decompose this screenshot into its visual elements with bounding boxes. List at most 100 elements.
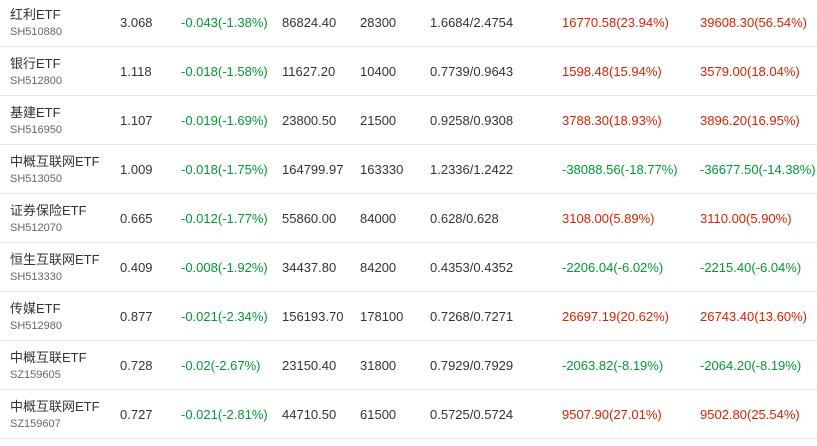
market-value-cell: 55860.00 bbox=[282, 211, 337, 226]
shares-cell: 21500 bbox=[360, 113, 397, 128]
shares-cell: 163330 bbox=[360, 162, 404, 177]
fund-name[interactable]: 中概互联网ETF bbox=[10, 398, 100, 416]
total-profit-cell: -36677.50(-14.38%) bbox=[700, 162, 816, 177]
table-row[interactable]: 中概互联ETF SZ159605 0.728 -0.02(-2.67%) 231… bbox=[0, 341, 817, 390]
market-value-cell: 11627.20 bbox=[282, 64, 336, 79]
total-profit-cell: -2215.40(-6.04%) bbox=[700, 260, 802, 275]
table-row[interactable]: 中概互联网ETF SZ159607 0.727 -0.021(-2.81%) 4… bbox=[0, 390, 817, 439]
fund-name[interactable]: 传媒ETF bbox=[10, 300, 61, 318]
shares-cell: 84200 bbox=[360, 260, 397, 275]
shares-cell: 31800 bbox=[360, 358, 397, 373]
fund-code: SH513050 bbox=[10, 172, 62, 185]
fund-code: SZ159605 bbox=[10, 368, 61, 381]
holding-profit-cell: 3788.30(18.93%) bbox=[562, 113, 662, 128]
fund-name-cell[interactable]: 传媒ETF SH512980 bbox=[10, 292, 62, 341]
daily-change-cell: -0.02(-2.67%) bbox=[181, 358, 261, 373]
total-profit-cell: -2064.20(-8.19%) bbox=[700, 358, 802, 373]
market-value-cell: 86824.40 bbox=[282, 15, 337, 30]
daily-change-cell: -0.021(-2.81%) bbox=[181, 407, 268, 422]
shares-cell: 178100 bbox=[360, 309, 404, 324]
cost-cell: 0.7739/0.9643 bbox=[430, 64, 514, 79]
market-value-cell: 23800.50 bbox=[282, 113, 337, 128]
market-value-cell: 156193.70 bbox=[282, 309, 344, 324]
table-row[interactable]: 证券保险ETF SH512070 0.665 -0.012(-1.77%) 55… bbox=[0, 194, 817, 243]
cost-cell: 1.2336/1.2422 bbox=[430, 162, 514, 177]
fund-name-cell[interactable]: 中概互联ETF SZ159605 bbox=[10, 341, 87, 390]
total-profit-cell: 3896.20(16.95%) bbox=[700, 113, 800, 128]
fund-name[interactable]: 中概互联网ETF bbox=[10, 153, 100, 171]
market-value-cell: 44710.50 bbox=[282, 407, 337, 422]
fund-code: SH510880 bbox=[10, 25, 62, 38]
fund-name-cell[interactable]: 中概互联网ETF SH513050 bbox=[10, 145, 100, 194]
fund-code: SH513330 bbox=[10, 270, 62, 283]
fund-name-cell[interactable]: 银行ETF SH512800 bbox=[10, 47, 62, 96]
price-cell: 0.728 bbox=[120, 358, 153, 373]
holding-profit-cell: 1598.48(15.94%) bbox=[562, 64, 662, 79]
fund-name-cell[interactable]: 中概互联网ETF SZ159607 bbox=[10, 390, 100, 439]
shares-cell: 84000 bbox=[360, 211, 397, 226]
table-row[interactable]: 银行ETF SH512800 1.118 -0.018(-1.58%) 1162… bbox=[0, 47, 817, 96]
total-profit-cell: 3110.00(5.90%) bbox=[700, 211, 792, 226]
market-value-cell: 34437.80 bbox=[282, 260, 337, 275]
holding-profit-cell: -2206.04(-6.02%) bbox=[562, 260, 664, 275]
cost-cell: 0.7268/0.7271 bbox=[430, 309, 514, 324]
daily-change-cell: -0.019(-1.69%) bbox=[181, 113, 268, 128]
fund-code: SH512800 bbox=[10, 74, 62, 87]
table-row[interactable]: 中概互联网ETF SH513050 1.009 -0.018(-1.75%) 1… bbox=[0, 145, 817, 194]
table-row[interactable]: 恒生互联网ETF SH513330 0.409 -0.008(-1.92%) 3… bbox=[0, 243, 817, 292]
daily-change-cell: -0.018(-1.75%) bbox=[181, 162, 268, 177]
total-profit-cell: 39608.30(56.54%) bbox=[700, 15, 807, 30]
total-profit-cell: 9502.80(25.54%) bbox=[700, 407, 800, 422]
price-cell: 0.727 bbox=[120, 407, 153, 422]
holding-profit-cell: 16770.58(23.94%) bbox=[562, 15, 669, 30]
fund-name-cell[interactable]: 红利ETF SH510880 bbox=[10, 0, 62, 47]
price-cell: 0.665 bbox=[120, 211, 153, 226]
shares-cell: 28300 bbox=[360, 15, 397, 30]
daily-change-cell: -0.018(-1.58%) bbox=[181, 64, 268, 79]
fund-name[interactable]: 银行ETF bbox=[10, 55, 61, 73]
price-cell: 0.409 bbox=[120, 260, 153, 275]
table-row[interactable]: 基建ETF SH516950 1.107 -0.019(-1.69%) 2380… bbox=[0, 96, 817, 145]
price-cell: 0.877 bbox=[120, 309, 153, 324]
daily-change-cell: -0.043(-1.38%) bbox=[181, 15, 268, 30]
daily-change-cell: -0.012(-1.77%) bbox=[181, 211, 268, 226]
fund-code: SH516950 bbox=[10, 123, 62, 136]
fund-name-cell[interactable]: 基建ETF SH516950 bbox=[10, 96, 62, 145]
cost-cell: 0.9258/0.9308 bbox=[430, 113, 514, 128]
cost-cell: 0.628/0.628 bbox=[430, 211, 499, 226]
market-value-cell: 164799.97 bbox=[282, 162, 344, 177]
fund-name-cell[interactable]: 恒生互联网ETF SH513330 bbox=[10, 243, 100, 292]
fund-name[interactable]: 红利ETF bbox=[10, 6, 61, 24]
total-profit-cell: 3579.00(18.04%) bbox=[700, 64, 800, 79]
fund-name-cell[interactable]: 证券保险ETF SH512070 bbox=[10, 194, 87, 243]
table-row[interactable]: 传媒ETF SH512980 0.877 -0.021(-2.34%) 1561… bbox=[0, 292, 817, 341]
cost-cell: 0.4353/0.4352 bbox=[430, 260, 514, 275]
daily-change-cell: -0.008(-1.92%) bbox=[181, 260, 268, 275]
cost-cell: 0.5725/0.5724 bbox=[430, 407, 514, 422]
price-cell: 3.068 bbox=[120, 15, 153, 30]
cost-cell: 1.6684/2.4754 bbox=[430, 15, 514, 30]
price-cell: 1.118 bbox=[120, 64, 152, 79]
fund-code: SH512980 bbox=[10, 319, 62, 332]
shares-cell: 61500 bbox=[360, 407, 397, 422]
holding-profit-cell: 3108.00(5.89%) bbox=[562, 211, 655, 226]
holding-profit-cell: -38088.56(-18.77%) bbox=[562, 162, 678, 177]
price-cell: 1.009 bbox=[120, 162, 153, 177]
fund-name[interactable]: 中概互联ETF bbox=[10, 349, 87, 367]
holding-profit-cell: 26697.19(20.62%) bbox=[562, 309, 669, 324]
price-cell: 1.107 bbox=[120, 113, 153, 128]
fund-name[interactable]: 基建ETF bbox=[10, 104, 61, 122]
holding-profit-cell: 9507.90(27.01%) bbox=[562, 407, 662, 422]
holding-profit-cell: -2063.82(-8.19%) bbox=[562, 358, 664, 373]
shares-cell: 10400 bbox=[360, 64, 397, 79]
market-value-cell: 23150.40 bbox=[282, 358, 337, 373]
table-row[interactable]: 红利ETF SH510880 3.068 -0.043(-1.38%) 8682… bbox=[0, 0, 817, 47]
fund-code: SZ159607 bbox=[10, 417, 61, 430]
fund-code: SH512070 bbox=[10, 221, 62, 234]
holdings-table: 红利ETF SH510880 3.068 -0.043(-1.38%) 8682… bbox=[0, 0, 817, 439]
fund-name[interactable]: 恒生互联网ETF bbox=[10, 251, 100, 269]
cost-cell: 0.7929/0.7929 bbox=[430, 358, 514, 373]
total-profit-cell: 26743.40(13.60%) bbox=[700, 309, 807, 324]
fund-name[interactable]: 证券保险ETF bbox=[10, 202, 87, 220]
daily-change-cell: -0.021(-2.34%) bbox=[181, 309, 268, 324]
